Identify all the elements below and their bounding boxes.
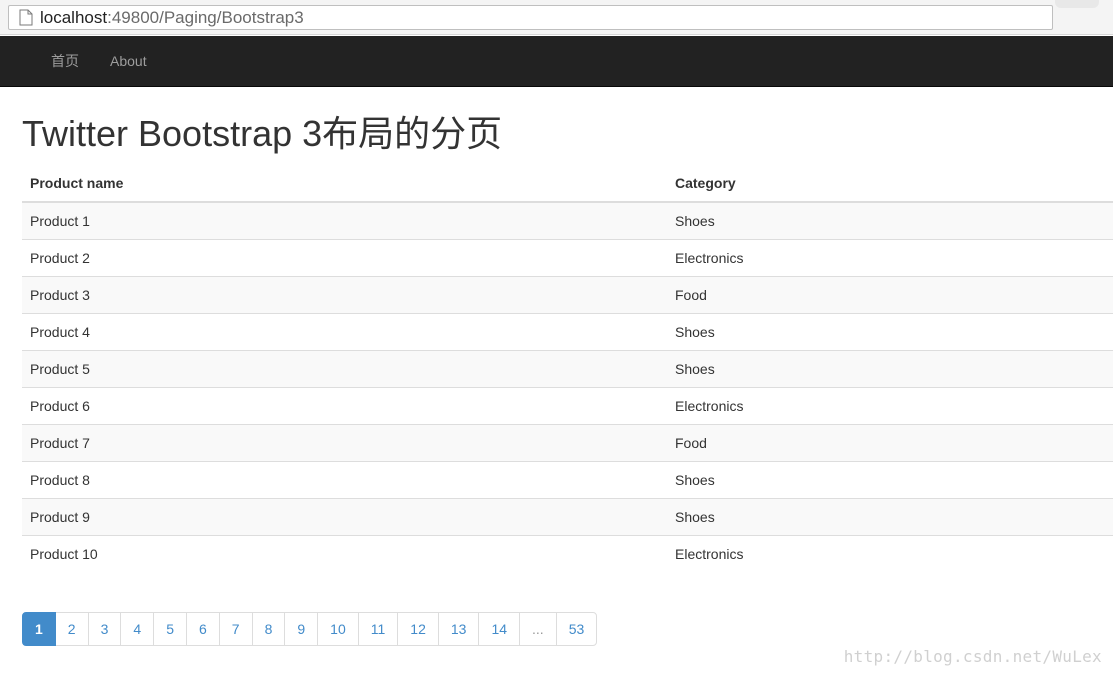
- page-title: Twitter Bootstrap 3布局的分页: [22, 113, 503, 154]
- table-row: Product 2 Electronics: [22, 239, 1113, 277]
- category-cell: Shoes: [667, 313, 1113, 351]
- pagination-page-13[interactable]: 13: [437, 612, 480, 646]
- product-name-cell: Product 5: [22, 350, 667, 388]
- category-cell: Food: [667, 424, 1113, 462]
- pagination-page-53[interactable]: 53: [555, 612, 598, 646]
- pagination: 1 2 3 4 5 6 7 8 9 10 11 12 13 14... 53: [22, 612, 598, 646]
- url-path: :49800/Paging/Bootstrap3: [107, 7, 304, 27]
- table-row: Product 6 Electronics: [22, 387, 1113, 425]
- product-name-cell: Product 6: [22, 387, 667, 425]
- page-icon: [19, 9, 35, 27]
- table-row: Product 5 Shoes: [22, 350, 1113, 388]
- product-name-cell: Product 8: [22, 461, 667, 499]
- table-body: Product 1 Shoes Product 2 Electronics Produc…: [22, 201, 1113, 572]
- table-row: Product 3 Food: [22, 276, 1113, 314]
- browser-corner-tab: [1055, 0, 1099, 8]
- url-field[interactable]: localhost:49800/Paging/Bootstrap3: [8, 5, 1053, 30]
- table-row: Product 9 Shoes: [22, 498, 1113, 536]
- category-cell: Food: [667, 276, 1113, 314]
- table-header-row: Product name Category: [22, 165, 1113, 203]
- column-header-product-name: Product name: [22, 165, 667, 203]
- product-name-cell: Product 1: [22, 201, 667, 240]
- table-row: Product 7 Food: [22, 424, 1113, 462]
- table-row: Product 10 Electronics: [22, 535, 1113, 572]
- nav-home-link[interactable]: 首页: [51, 36, 79, 86]
- pagination-page-9[interactable]: 9: [284, 612, 319, 646]
- pagination-page-7[interactable]: 7: [218, 612, 253, 646]
- table-row: Product 1 Shoes: [22, 201, 1113, 240]
- category-cell: Electronics: [667, 535, 1113, 572]
- pagination-page-14[interactable]: 14: [478, 612, 521, 646]
- product-name-cell: Product 7: [22, 424, 667, 462]
- pagination-page-10[interactable]: 10: [317, 612, 359, 646]
- product-name-cell: Product 9: [22, 498, 667, 536]
- pagination-page-4[interactable]: 4: [120, 612, 155, 646]
- product-name-cell: Product 4: [22, 313, 667, 351]
- category-cell: Electronics: [667, 387, 1113, 425]
- pagination-page-1[interactable]: 1: [22, 612, 56, 646]
- product-table: Product name Category Product 1 Shoes Prod…: [22, 165, 1113, 572]
- column-header-category: Category: [667, 165, 1113, 203]
- navbar: 首页 About: [0, 36, 1113, 87]
- product-name-cell: Product 2: [22, 239, 667, 277]
- table-row: Product 4 Shoes: [22, 313, 1113, 351]
- category-cell: Shoes: [667, 498, 1113, 536]
- category-cell: Shoes: [667, 350, 1113, 388]
- browser-address-bar: localhost:49800/Paging/Bootstrap3: [0, 0, 1113, 35]
- product-name-cell: Product 10: [22, 535, 667, 572]
- pagination-page-2[interactable]: 2: [54, 612, 89, 646]
- category-cell: Shoes: [667, 461, 1113, 499]
- pagination-page-11[interactable]: 11: [357, 612, 399, 646]
- pagination-ellipsis: ...: [519, 612, 557, 646]
- product-name-cell: Product 3: [22, 276, 667, 314]
- table-row: Product 8 Shoes: [22, 461, 1113, 499]
- watermark: http://blog.csdn.net/WuLex: [843, 647, 1102, 666]
- pagination-page-6[interactable]: 6: [185, 612, 220, 646]
- pagination-page-8[interactable]: 8: [251, 612, 286, 646]
- category-cell: Electronics: [667, 239, 1113, 277]
- pagination-page-5[interactable]: 5: [153, 612, 187, 646]
- pagination-page-3[interactable]: 3: [87, 612, 122, 646]
- category-cell: Shoes: [667, 201, 1113, 240]
- nav-about-link[interactable]: About: [110, 36, 147, 86]
- pagination-page-12[interactable]: 12: [397, 612, 439, 646]
- url-host: localhost: [40, 7, 108, 27]
